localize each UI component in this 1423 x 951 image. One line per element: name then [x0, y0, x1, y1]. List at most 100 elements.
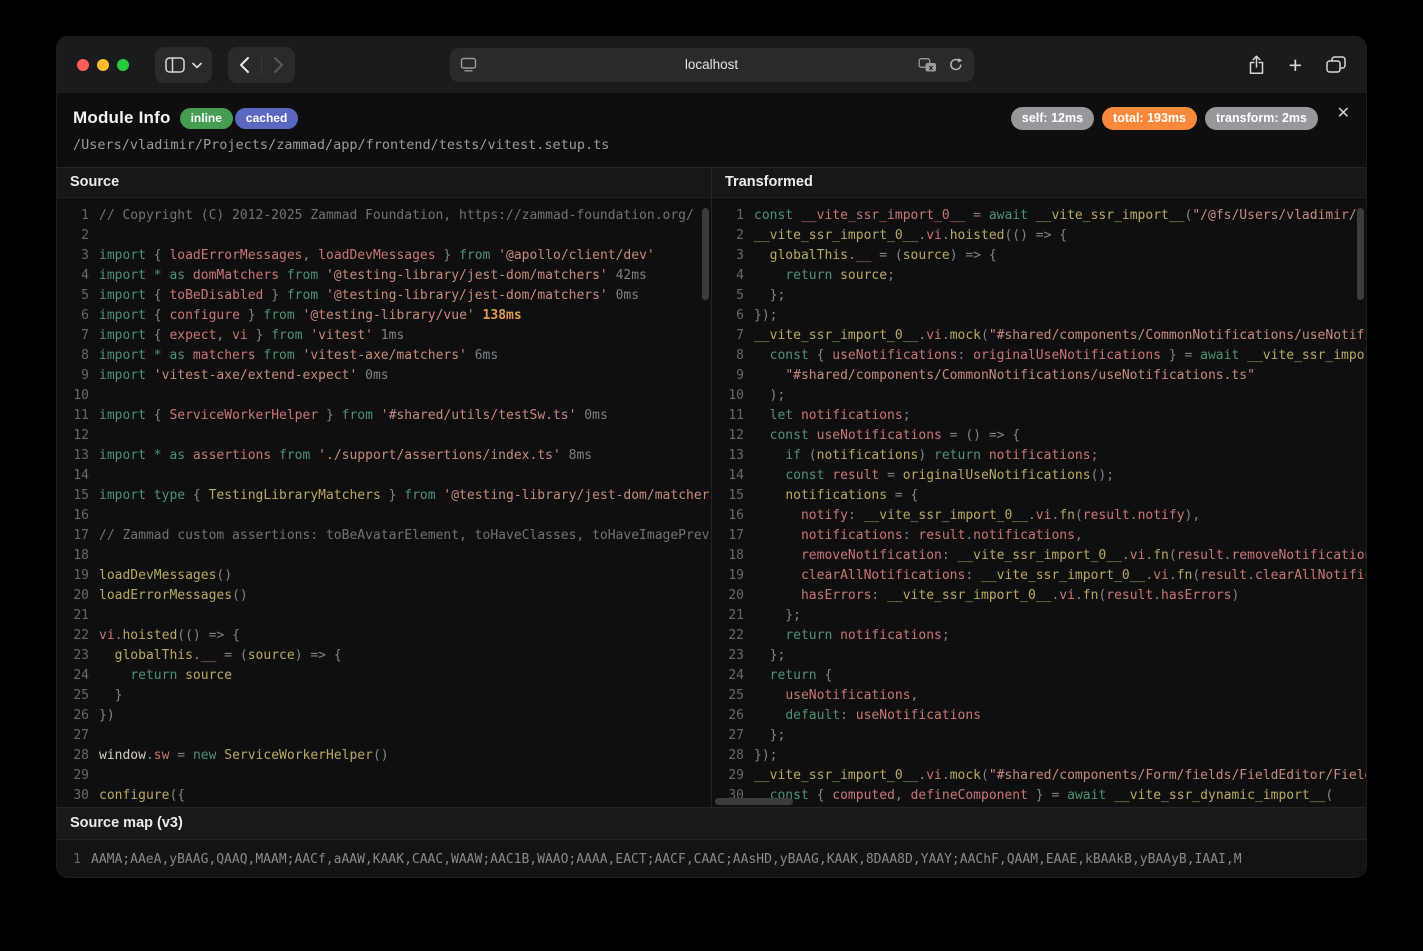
- new-tab-button[interactable]: +: [1289, 54, 1302, 77]
- address-bar-actions: x: [918, 48, 963, 82]
- code-line: 11 let notifications;: [712, 406, 1366, 426]
- code-line: 2: [57, 226, 711, 246]
- transformed-panel: Transformed 1const __vite_ssr_import_0__…: [712, 168, 1366, 807]
- code-line: 7__vite_ssr_import_0__.vi.mock("#shared/…: [712, 326, 1366, 346]
- code-line: 6});: [712, 306, 1366, 326]
- code-line: 23 };: [712, 646, 1366, 666]
- code-line: 19loadDevMessages(): [57, 566, 711, 586]
- sourcemap-line-number: 1: [57, 852, 81, 867]
- source-panel: Source 1// Copyright (C) 2012-2025 Zamma…: [57, 168, 712, 807]
- code-line: 6import { configure } from '@testing-lib…: [57, 306, 711, 326]
- url-text: localhost: [449, 48, 974, 82]
- svg-text:x: x: [928, 64, 933, 72]
- transformed-panel-title: Transformed: [712, 168, 1366, 198]
- code-line: 29: [57, 766, 711, 786]
- tab-overview-icon[interactable]: [1326, 56, 1346, 74]
- transformed-horizontal-scrollbar[interactable]: [715, 798, 793, 805]
- code-line: 5 };: [712, 286, 1366, 306]
- code-line: 4import * as domMatchers from '@testing-…: [57, 266, 711, 286]
- sourcemap-mappings: AAMA;AAeA,yBAAG,QAAQ,MAAM;AACf,aAAW,KAAK…: [91, 852, 1242, 867]
- code-line: 2__vite_ssr_import_0__.vi.hoisted(() => …: [712, 226, 1366, 246]
- page-title: Module Info: [73, 108, 171, 128]
- module-badge: cached: [235, 108, 298, 129]
- toolbar-right-actions: +: [1248, 37, 1346, 93]
- reload-icon[interactable]: [948, 57, 963, 73]
- forward-button[interactable]: [262, 47, 295, 83]
- sourcemap-section: Source map (v3) 1 AAMA;AAeA,yBAAG,QAAQ,M…: [57, 807, 1366, 878]
- code-line: 30configure({: [57, 786, 711, 806]
- code-line: 22vi.hoisted(() => {: [57, 626, 711, 646]
- code-line: 13 if (notifications) return notificatio…: [712, 446, 1366, 466]
- code-line: 22 return notifications;: [712, 626, 1366, 646]
- code-line: 24 return {: [712, 666, 1366, 686]
- chevron-left-icon: [239, 56, 250, 74]
- code-line: 18 removeNotification: __vite_ssr_import…: [712, 546, 1366, 566]
- source-code[interactable]: 1// Copyright (C) 2012-2025 Zammad Found…: [57, 198, 711, 807]
- code-line: 17 notifications: result.notifications,: [712, 526, 1366, 546]
- code-line: 9 "#shared/components/CommonNotification…: [712, 366, 1366, 386]
- code-line: 20 hasErrors: __vite_ssr_import_0__.vi.f…: [712, 586, 1366, 606]
- sidebar-icon: [165, 57, 185, 73]
- code-line: 1// Copyright (C) 2012-2025 Zammad Found…: [57, 206, 711, 226]
- sidebar-toggle-button[interactable]: [155, 47, 212, 83]
- code-line: 3import { loadErrorMessages, loadDevMess…: [57, 246, 711, 266]
- source-vertical-scrollbar[interactable]: [702, 208, 709, 300]
- code-line: 10: [57, 386, 711, 406]
- zoom-window-button[interactable]: [117, 59, 129, 71]
- code-line: 12 const useNotifications = () => {: [712, 426, 1366, 446]
- code-line: 26 default: useNotifications: [712, 706, 1366, 726]
- code-line: 4 return source;: [712, 266, 1366, 286]
- code-line: 25 }: [57, 686, 711, 706]
- timing-pill: self: 12ms: [1011, 107, 1094, 130]
- minimize-window-button[interactable]: [97, 59, 109, 71]
- code-line: 16 notify: __vite_ssr_import_0__.vi.fn(r…: [712, 506, 1366, 526]
- code-line: 9import 'vitest-axe/extend-expect' 0ms: [57, 366, 711, 386]
- code-line: 7import { expect, vi } from 'vitest' 1ms: [57, 326, 711, 346]
- code-line: 27: [57, 726, 711, 746]
- code-line: 20loadErrorMessages(): [57, 586, 711, 606]
- code-line: 12: [57, 426, 711, 446]
- code-line: 1const __vite_ssr_import_0__ = await __v…: [712, 206, 1366, 226]
- code-line: 14: [57, 466, 711, 486]
- code-line: 13import * as assertions from './support…: [57, 446, 711, 466]
- browser-window: localhost x: [56, 36, 1367, 878]
- code-line: 28window.sw = new ServiceWorkerHelper(): [57, 746, 711, 766]
- chevron-down-icon: [192, 62, 202, 69]
- code-line: 30 const { computed, defineComponent } =…: [712, 786, 1366, 806]
- code-line: 8import * as matchers from 'vitest-axe/m…: [57, 346, 711, 366]
- transformed-code[interactable]: 1const __vite_ssr_import_0__ = await __v…: [712, 198, 1366, 807]
- code-line: 28});: [712, 746, 1366, 766]
- browser-toolbar: localhost x: [57, 37, 1366, 93]
- code-line: 17// Zammad custom assertions: toBeAvata…: [57, 526, 711, 546]
- code-line: 27 };: [712, 726, 1366, 746]
- code-line: 16: [57, 506, 711, 526]
- share-icon[interactable]: [1248, 55, 1265, 75]
- address-bar[interactable]: localhost x: [449, 48, 974, 82]
- timing-pill: transform: 2ms: [1205, 107, 1318, 130]
- code-line: 21: [57, 606, 711, 626]
- translate-icon[interactable]: x: [918, 58, 936, 73]
- module-badge: inline: [180, 108, 233, 129]
- code-line: 14 const result = originalUseNotificatio…: [712, 466, 1366, 486]
- close-icon[interactable]: ✕: [1337, 106, 1350, 122]
- code-line: 19 clearAllNotifications: __vite_ssr_imp…: [712, 566, 1366, 586]
- code-line: 18: [57, 546, 711, 566]
- transformed-vertical-scrollbar[interactable]: [1357, 208, 1364, 300]
- timing-pill: total: 193ms: [1102, 107, 1197, 130]
- module-file-path: /Users/vladimir/Projects/zammad/app/fron…: [73, 137, 1350, 153]
- code-line: 29__vite_ssr_import_0__.vi.mock("#shared…: [712, 766, 1366, 786]
- code-line: 25 useNotifications,: [712, 686, 1366, 706]
- timing-badges: self: 12ms total: 193ms transform: 2ms: [1011, 107, 1318, 130]
- code-line: 26}): [57, 706, 711, 726]
- code-line: 15import type { TestingLibraryMatchers }…: [57, 486, 711, 506]
- code-line: 3 globalThis.__ = (source) => {: [712, 246, 1366, 266]
- back-button[interactable]: [228, 47, 261, 83]
- nav-buttons: [228, 47, 295, 83]
- code-line: 21 };: [712, 606, 1366, 626]
- code-line: 23 globalThis.__ = (source) => {: [57, 646, 711, 666]
- sourcemap-line: 1 AAMA;AAeA,yBAAG,QAAQ,MAAM;AACf,aAAW,KA…: [57, 840, 1366, 878]
- code-line: 15 notifications = {: [712, 486, 1366, 506]
- code-line: 10 );: [712, 386, 1366, 406]
- sourcemap-title: Source map (v3): [57, 808, 1366, 840]
- close-window-button[interactable]: [77, 59, 89, 71]
